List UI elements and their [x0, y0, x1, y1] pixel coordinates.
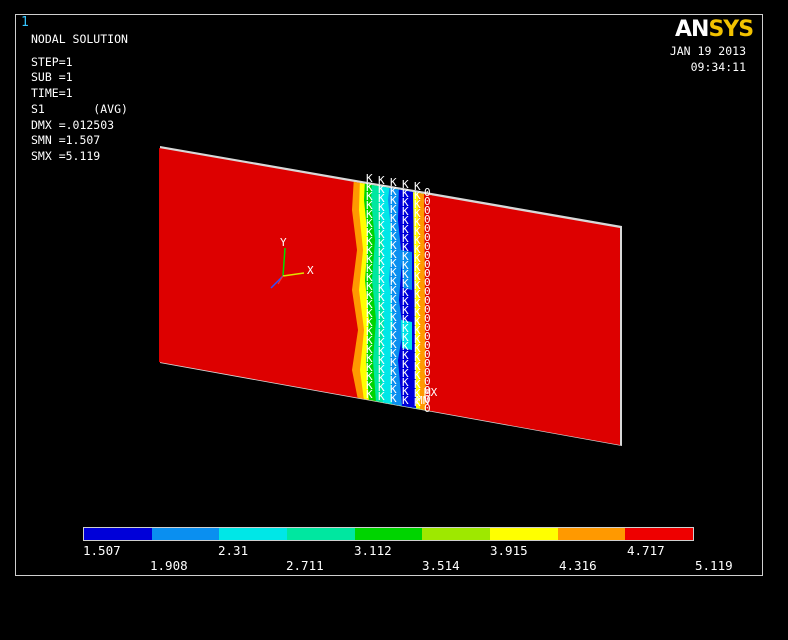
contour-k-label: K	[402, 394, 409, 407]
legend-label-upper-3: 3.112	[354, 543, 392, 558]
triad-x-label: X	[307, 264, 314, 277]
legend-color-7	[490, 528, 558, 540]
legend-color-5	[354, 528, 423, 540]
legend-label-upper-2: 2.31	[218, 543, 249, 558]
legend-color-6	[422, 528, 491, 540]
legend-label-lower-2: 2.711	[286, 558, 324, 573]
legend-color-9	[625, 528, 694, 540]
min-marker-label: MN	[416, 394, 429, 407]
contour-k-label: K	[390, 392, 397, 405]
contour-k-label: K	[366, 388, 373, 401]
legend-label-lower-4: 4.316	[559, 558, 597, 573]
legend-label-lower-5: 5.119	[695, 558, 733, 573]
legend-label-upper-1: 1.507	[83, 543, 121, 558]
triad-y-label: Y	[280, 236, 287, 249]
plate: K K K K K 0K K K K K 0K K K K K 0K K K K K 0K K K K K 0K K K K K 0K K K K…	[159, 146, 622, 446]
legend-color-8	[557, 528, 626, 540]
contour-k-label: K	[378, 390, 385, 403]
contour-legend-bar	[83, 527, 694, 541]
legend-label-upper-5: 4.717	[627, 543, 665, 558]
legend-color-2	[151, 528, 220, 540]
legend-color-4	[287, 528, 355, 540]
legend-color-3	[219, 528, 288, 540]
legend-label-lower-1: 1.908	[150, 558, 188, 573]
legend-label-upper-4: 3.915	[490, 543, 528, 558]
legend-color-1	[84, 528, 152, 540]
legend-label-lower-3: 3.514	[422, 558, 460, 573]
